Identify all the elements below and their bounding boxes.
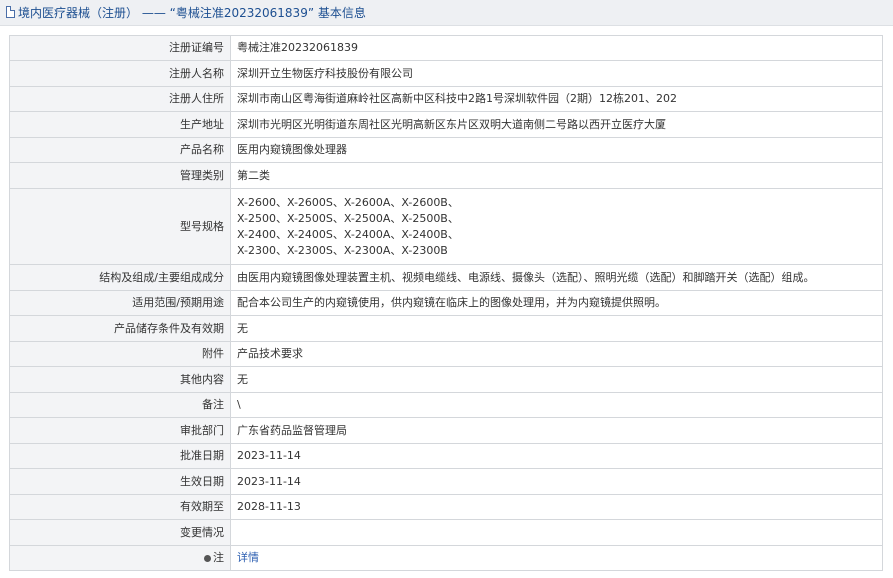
model-line: X-2600、X-2600S、X-2600A、X-2600B、 bbox=[237, 195, 459, 209]
row-value: 2023-11-14 bbox=[230, 468, 883, 495]
row-label: 有效期至 bbox=[9, 494, 231, 520]
table-row: 型号规格 X-2600、X-2600S、X-2600A、X-2600B、 X-2… bbox=[9, 188, 883, 265]
pin-icon bbox=[204, 555, 211, 562]
row-label: 结构及组成/主要组成成分 bbox=[9, 264, 231, 291]
table-row: 注册人名称 深圳开立生物医疗科技股份有限公司 bbox=[9, 60, 883, 87]
row-label: 管理类别 bbox=[9, 162, 231, 189]
row-label: 注册人住所 bbox=[9, 86, 231, 112]
note-value-cell: 详情 bbox=[230, 545, 883, 571]
table-row: 注册证编号 粤械注准20232061839 bbox=[9, 35, 883, 61]
page-header: 境内医疗器械（注册） —— “粤械注准20232061839” 基本信息 bbox=[0, 0, 893, 26]
info-table: 注册证编号 粤械注准20232061839 注册人名称 深圳开立生物医疗科技股份… bbox=[9, 35, 883, 571]
table-row: 批准日期 2023-11-14 bbox=[9, 443, 883, 469]
row-label: 生产地址 bbox=[9, 111, 231, 138]
row-value: 医用内窥镜图像处理器 bbox=[230, 137, 883, 163]
row-label: 型号规格 bbox=[9, 188, 231, 265]
table-row: 变更情况 bbox=[9, 519, 883, 546]
table-row: 注 详情 bbox=[9, 545, 883, 571]
row-label: 变更情况 bbox=[9, 519, 231, 546]
table-row: 其他内容 无 bbox=[9, 366, 883, 393]
table-row: 结构及组成/主要组成成分 由医用内窥镜图像处理装置主机、视频电缆线、电源线、摄像… bbox=[9, 264, 883, 291]
row-value: 粤械注准20232061839 bbox=[230, 35, 883, 61]
row-label: 批准日期 bbox=[9, 443, 231, 469]
table-row: 附件 产品技术要求 bbox=[9, 341, 883, 367]
row-value: 深圳市光明区光明街道东周社区光明高新区东片区双明大道南侧二号路以西开立医疗大厦 bbox=[230, 111, 883, 138]
note-label-cell: 注 bbox=[9, 545, 231, 571]
document-icon bbox=[6, 6, 15, 18]
table-row: 产品名称 医用内窥镜图像处理器 bbox=[9, 137, 883, 163]
row-value: 配合本公司生产的内窥镜使用，供内窥镜在临床上的图像处理用，并为内窥镜提供照明。 bbox=[230, 290, 883, 316]
row-value bbox=[230, 519, 883, 546]
row-value: 广东省药品监督管理局 bbox=[230, 417, 883, 444]
row-label: 产品名称 bbox=[9, 137, 231, 163]
row-label: 适用范围/预期用途 bbox=[9, 290, 231, 316]
model-line: X-2400、X-2400S、X-2400A、X-2400B、 bbox=[237, 227, 459, 241]
row-label: 审批部门 bbox=[9, 417, 231, 444]
model-line: X-2300、X-2300S、X-2300A、X-2300B bbox=[237, 243, 448, 257]
table-row: 生效日期 2023-11-14 bbox=[9, 468, 883, 495]
row-label: 产品储存条件及有效期 bbox=[9, 315, 231, 342]
row-value: 无 bbox=[230, 366, 883, 393]
row-value: \ bbox=[230, 392, 883, 418]
row-label: 生效日期 bbox=[9, 468, 231, 495]
table-row: 注册人住所 深圳市南山区粤海街道麻岭社区高新中区科技中2路1号深圳软件园（2期）… bbox=[9, 86, 883, 112]
details-link[interactable]: 详情 bbox=[237, 551, 259, 564]
row-label: 其他内容 bbox=[9, 366, 231, 393]
row-value: 深圳市南山区粤海街道麻岭社区高新中区科技中2路1号深圳软件园（2期）12栋201… bbox=[230, 86, 883, 112]
table-row: 管理类别 第二类 bbox=[9, 162, 883, 189]
row-label: 备注 bbox=[9, 392, 231, 418]
row-value: 深圳开立生物医疗科技股份有限公司 bbox=[230, 60, 883, 87]
row-label: 注册证编号 bbox=[9, 35, 231, 61]
row-value: 产品技术要求 bbox=[230, 341, 883, 367]
page-title: 境内医疗器械（注册） —— “粤械注准20232061839” 基本信息 bbox=[18, 6, 366, 20]
row-value: 第二类 bbox=[230, 162, 883, 189]
table-row: 适用范围/预期用途 配合本公司生产的内窥镜使用，供内窥镜在临床上的图像处理用，并… bbox=[9, 290, 883, 316]
row-label: 附件 bbox=[9, 341, 231, 367]
table-row: 备注 \ bbox=[9, 392, 883, 418]
row-label: 注 bbox=[213, 551, 224, 564]
row-value: 无 bbox=[230, 315, 883, 342]
row-value: 2028-11-13 bbox=[230, 494, 883, 520]
table-row: 审批部门 广东省药品监督管理局 bbox=[9, 417, 883, 444]
table-row: 有效期至 2028-11-13 bbox=[9, 494, 883, 520]
row-label: 注册人名称 bbox=[9, 60, 231, 87]
table-row: 生产地址 深圳市光明区光明街道东周社区光明高新区东片区双明大道南侧二号路以西开立… bbox=[9, 111, 883, 138]
model-spec-value: X-2600、X-2600S、X-2600A、X-2600B、 X-2500、X… bbox=[230, 188, 883, 265]
model-line: X-2500、X-2500S、X-2500A、X-2500B、 bbox=[237, 211, 459, 225]
table-row: 产品储存条件及有效期 无 bbox=[9, 315, 883, 342]
row-value: 由医用内窥镜图像处理装置主机、视频电缆线、电源线、摄像头（选配）、照明光缆（选配… bbox=[230, 264, 883, 291]
row-value: 2023-11-14 bbox=[230, 443, 883, 469]
